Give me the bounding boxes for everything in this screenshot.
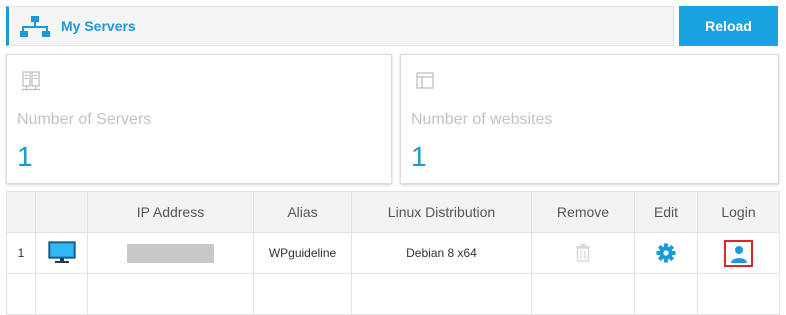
table-row-empty [6,273,780,315]
table-row: 1 WPguideline Debian 8 x64 [6,232,780,274]
server-icon [22,71,40,91]
servers-count-card: Number of Servers 1 [6,54,392,184]
row-login-cell [697,232,780,274]
column-header-edit: Edit [634,191,698,233]
websites-count-value: 1 [411,141,427,172]
network-servers-icon [20,16,50,37]
monitor-icon [47,241,76,263]
row-alias: WPguideline [253,232,352,274]
login-button[interactable] [724,239,753,267]
row-remove-cell [531,232,635,274]
column-header-ip-address: IP Address [87,191,254,233]
column-header-remove: Remove [531,191,635,233]
reload-button[interactable]: Reload [679,6,778,46]
page-title: My Servers [61,18,136,34]
website-icon [416,72,434,89]
column-header-icon [35,191,88,233]
column-header-distribution: Linux Distribution [351,191,532,233]
row-icon-cell [35,232,88,274]
gear-icon[interactable] [656,243,676,263]
table-header-row: IP Address Alias Linux Distribution Remo… [6,191,780,233]
ip-address-redacted [127,243,214,263]
column-header-alias: Alias [253,191,352,233]
servers-table: IP Address Alias Linux Distribution Remo… [6,191,780,315]
row-index: 1 [6,232,36,274]
row-distribution: Debian 8 x64 [351,232,532,274]
trash-icon[interactable] [575,244,591,262]
servers-count-label: Number of Servers [17,111,152,128]
row-ip-address [87,232,254,274]
user-icon [731,245,747,263]
column-header-login: Login [697,191,780,233]
servers-count-value: 1 [17,141,33,172]
websites-count-card: Number of websites 1 [400,54,779,184]
page-header: My Servers [6,6,674,46]
column-header-index [6,191,36,233]
websites-count-label: Number of websites [411,111,553,128]
row-edit-cell [634,232,698,274]
